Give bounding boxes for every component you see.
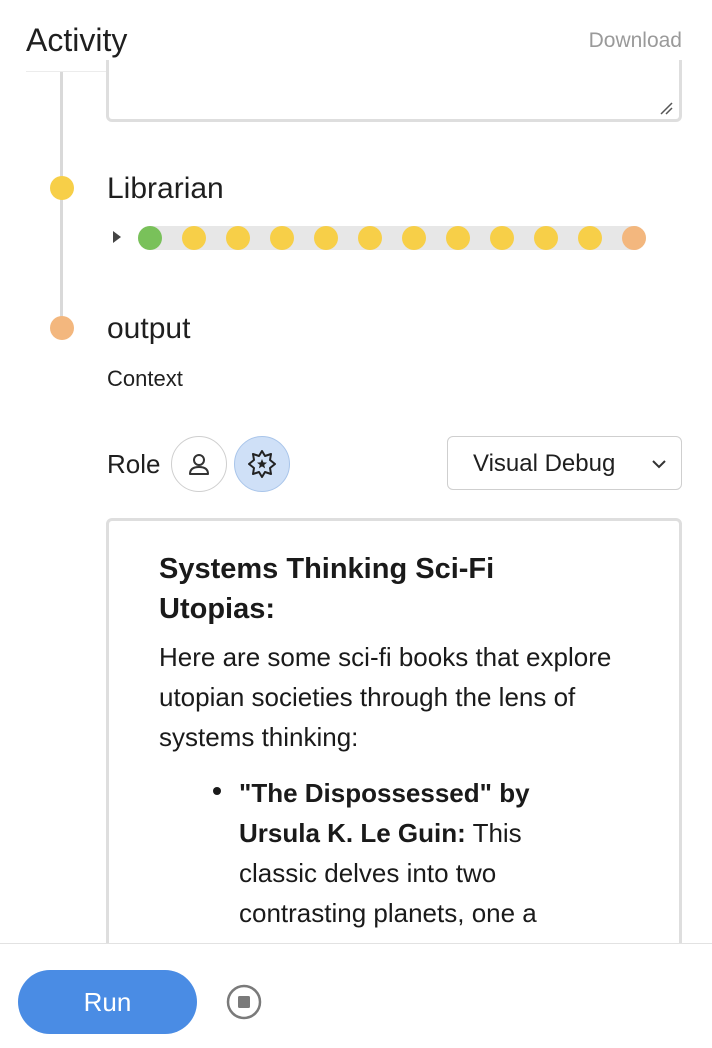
timeline-line (60, 72, 63, 328)
step-dot[interactable] (358, 226, 382, 250)
view-mode-select[interactable]: Visual Debug (447, 436, 682, 490)
bullet-icon (213, 787, 221, 795)
run-button[interactable]: Run (18, 970, 197, 1034)
stop-icon[interactable] (225, 983, 263, 1021)
prompt-textarea[interactable] (106, 60, 682, 122)
role-agent-button[interactable] (234, 436, 290, 492)
node-status-dot-output (50, 316, 74, 340)
step-dot[interactable] (534, 226, 558, 250)
resize-grip-icon[interactable] (659, 101, 673, 115)
download-link[interactable]: Download (589, 29, 682, 53)
role-label: Role (107, 449, 161, 479)
step-dot[interactable] (226, 226, 250, 250)
chevron-down-icon (652, 460, 666, 469)
footer-bar: Run (0, 943, 712, 1048)
page-title: Activity (26, 22, 128, 58)
output-intro: Here are some sci-fi books that explore … (159, 642, 612, 752)
step-dot[interactable] (314, 226, 338, 250)
step-track (138, 226, 646, 250)
agent-star-icon (248, 450, 276, 478)
user-icon (189, 454, 209, 475)
step-dot[interactable] (578, 226, 602, 250)
step-dot[interactable] (490, 226, 514, 250)
node-title-librarian: Librarian (107, 172, 224, 205)
output-heading: Systems Thinking Sci-Fi Utopias: (159, 553, 495, 625)
expand-arrow-icon[interactable] (113, 231, 121, 243)
step-dot[interactable] (182, 226, 206, 250)
step-dot[interactable] (446, 226, 470, 250)
node-title-output: output (107, 312, 191, 345)
node-status-dot-librarian (50, 176, 74, 200)
step-dot[interactable] (402, 226, 426, 250)
view-mode-value: Visual Debug (473, 450, 616, 477)
step-dot[interactable] (270, 226, 294, 250)
step-dot[interactable] (622, 226, 646, 250)
context-label: Context (107, 366, 183, 391)
role-user-button[interactable] (171, 436, 227, 492)
step-dot[interactable] (138, 226, 162, 250)
